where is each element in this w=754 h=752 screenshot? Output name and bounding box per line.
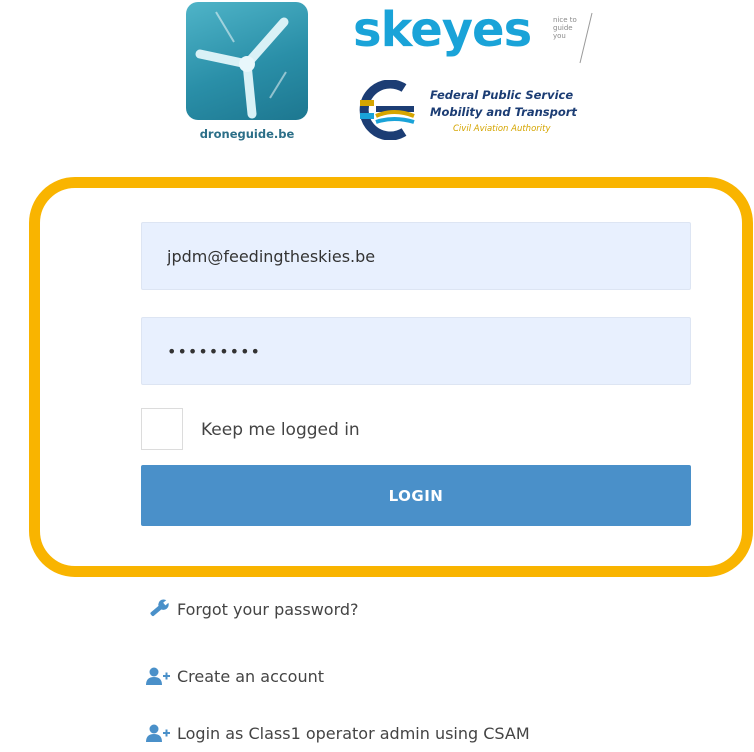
fps-mobility-logo: Federal Public Service Mobility and Tran… [358,80,608,150]
fps-emblem-icon [359,80,415,140]
fps-line-3: Civil Aviation Authority [453,124,551,134]
fps-line-1: Federal Public Service [430,88,574,102]
droneguide-logo: droneguide.be [186,2,308,147]
add-user-icon [146,667,170,685]
skeyes-logo: skeyes nice to guide you [353,2,613,68]
skeyes-tagline: nice to guide you [553,16,577,40]
fps-line-2: Mobility and Transport [430,105,577,119]
slash-icon [579,12,593,64]
drone-symbol-icon [195,11,289,119]
email-field[interactable] [141,222,691,290]
keep-logged-in-checkbox[interactable] [141,408,183,450]
droneguide-text: droneguide.be [199,127,295,141]
password-field[interactable] [141,317,691,385]
droneguide-tile [186,2,308,120]
keep-logged-in-label: Keep me logged in [201,420,360,440]
forgot-password-link[interactable]: Forgot your password? [145,599,359,619]
skeyes-wordmark: skeyes [353,2,532,58]
wrench-icon [150,599,170,617]
login-button[interactable]: LOGIN [141,465,691,526]
forgot-password-label: Forgot your password? [177,599,359,619]
csam-login-link[interactable]: Login as Class1 operator admin using CSA… [145,723,530,743]
create-account-link[interactable]: Create an account [145,666,324,686]
add-user-icon [146,724,170,742]
csam-login-label: Login as Class1 operator admin using CSA… [177,723,530,743]
create-account-label: Create an account [177,666,325,686]
